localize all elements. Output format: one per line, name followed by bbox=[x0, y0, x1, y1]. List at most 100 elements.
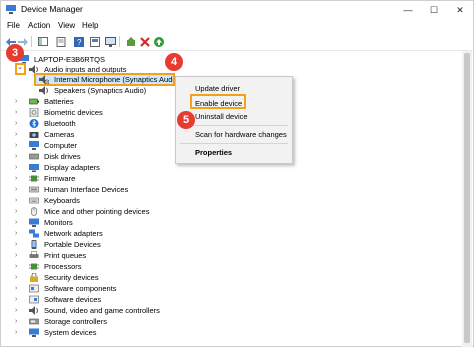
tree-category-storage[interactable]: › Storage controllers bbox=[15, 316, 225, 327]
network-adapter-icon bbox=[29, 229, 39, 238]
window-title: Device Manager bbox=[21, 4, 83, 14]
expand-chevron-icon[interactable]: › bbox=[15, 96, 17, 107]
expand-chevron-icon[interactable]: › bbox=[15, 261, 17, 272]
monitor-icon bbox=[29, 218, 39, 227]
tree-category-label: Keyboards bbox=[44, 196, 80, 205]
expand-chevron-icon[interactable]: › bbox=[15, 162, 17, 173]
firmware-chip-icon bbox=[29, 175, 39, 182]
tree-category-label: Monitors bbox=[44, 218, 73, 227]
tree-category-label: Processors bbox=[44, 262, 82, 271]
menu-help[interactable]: Help bbox=[82, 21, 98, 30]
expand-chevron-icon[interactable]: › bbox=[15, 184, 17, 195]
close-button[interactable]: ✕ bbox=[447, 1, 473, 19]
system-device-icon bbox=[29, 328, 39, 337]
tree-category-processors[interactable]: › Processors bbox=[15, 261, 225, 272]
menu-action[interactable]: Action bbox=[28, 21, 50, 30]
toolbar-divider bbox=[119, 36, 120, 47]
disk-drive-icon bbox=[29, 153, 39, 160]
tree-category-label: Software components bbox=[44, 284, 117, 293]
expand-chevron-icon[interactable]: › bbox=[15, 272, 17, 283]
security-device-icon bbox=[30, 273, 38, 282]
maximize-button[interactable]: ☐ bbox=[421, 1, 447, 19]
vertical-scrollbar[interactable] bbox=[462, 51, 472, 347]
tree-category-monitors[interactable]: › Monitors bbox=[15, 217, 225, 228]
expand-chevron-icon[interactable]: › bbox=[15, 283, 17, 294]
expand-chevron-icon[interactable]: › bbox=[15, 228, 17, 239]
tree-category-label: Disk drives bbox=[44, 152, 81, 161]
tree-category-print-queues[interactable]: › Print queues bbox=[15, 250, 225, 261]
tree-category-label: Biometric devices bbox=[44, 108, 103, 117]
help-icon[interactable]: ? bbox=[73, 36, 84, 47]
expand-chevron-icon[interactable]: › bbox=[15, 173, 17, 184]
toolbar: ? bbox=[1, 33, 473, 51]
expand-chevron-icon[interactable]: › bbox=[15, 294, 17, 305]
sound-controller-icon bbox=[29, 306, 38, 315]
expand-chevron-icon[interactable]: › bbox=[15, 140, 17, 151]
speaker-icon bbox=[39, 86, 48, 95]
step-badge-5: 5 bbox=[177, 111, 195, 129]
mouse-icon bbox=[31, 207, 37, 216]
tree-category-network[interactable]: › Network adapters bbox=[15, 228, 225, 239]
menu-file[interactable]: File bbox=[7, 21, 20, 30]
tree-category-label: Storage controllers bbox=[44, 317, 107, 326]
tree-category-software-components[interactable]: › Software components bbox=[15, 283, 225, 294]
menu-item-uninstall-device[interactable]: Uninstall device bbox=[195, 112, 248, 121]
storage-controller-icon bbox=[29, 318, 39, 325]
expand-chevron-icon[interactable]: › bbox=[15, 129, 17, 140]
tree-category-label: Human Interface Devices bbox=[44, 185, 129, 194]
toolbar-divider bbox=[31, 36, 32, 47]
tree-category-label: System devices bbox=[44, 328, 97, 337]
tree-category-security[interactable]: › Security devices bbox=[15, 272, 225, 283]
menu-view[interactable]: View bbox=[58, 21, 75, 30]
menu-item-properties[interactable]: Properties bbox=[195, 148, 232, 157]
device-manager-app-icon bbox=[6, 5, 16, 14]
camera-icon bbox=[29, 132, 39, 138]
tree-category-software-devices[interactable]: › Software devices bbox=[15, 294, 225, 305]
tree-category-hid[interactable]: › Human Interface Devices bbox=[15, 184, 225, 195]
expand-chevron-icon[interactable]: › bbox=[15, 107, 17, 118]
tree-category-sound[interactable]: › Sound, video and game controllers bbox=[15, 305, 245, 316]
expand-chevron-icon[interactable]: › bbox=[15, 316, 17, 327]
expand-chevron-icon[interactable]: › bbox=[15, 206, 17, 217]
expand-chevron-icon[interactable]: › bbox=[15, 250, 17, 261]
expand-chevron-icon[interactable]: › bbox=[15, 239, 17, 250]
printer-icon bbox=[29, 251, 39, 258]
tree-category-portable[interactable]: › Portable Devices bbox=[15, 239, 225, 250]
menu-item-scan-hardware[interactable]: Scan for hardware changes bbox=[195, 130, 287, 139]
tree-category-system[interactable]: › System devices bbox=[15, 327, 225, 338]
tree-category-label: Sound, video and game controllers bbox=[44, 306, 160, 315]
tree-category-label: Cameras bbox=[44, 130, 75, 139]
tree-category-label: Security devices bbox=[44, 273, 99, 282]
collapse-chevron-icon[interactable]: ⌄ bbox=[17, 63, 23, 71]
show-hide-tree-icon[interactable] bbox=[37, 36, 48, 47]
expand-chevron-icon[interactable]: › bbox=[15, 151, 17, 162]
scrollbar-thumb[interactable] bbox=[464, 53, 470, 343]
expand-chevron-icon[interactable]: › bbox=[15, 305, 17, 316]
expand-chevron-icon[interactable]: › bbox=[15, 195, 17, 206]
expand-chevron-icon[interactable]: › bbox=[15, 118, 17, 129]
uninstall-icon[interactable] bbox=[139, 36, 150, 47]
expand-chevron-icon[interactable]: › bbox=[15, 327, 17, 338]
enable-device-icon[interactable] bbox=[153, 36, 164, 47]
tree-category-firmware[interactable]: › Firmware bbox=[15, 173, 225, 184]
update-driver-icon[interactable] bbox=[125, 36, 136, 47]
properties-icon[interactable] bbox=[55, 36, 66, 47]
menu-separator bbox=[180, 125, 288, 126]
expand-chevron-icon[interactable]: › bbox=[15, 217, 17, 228]
minimize-button[interactable]: — bbox=[395, 1, 421, 19]
tree-category-mice[interactable]: › Mice and other pointing devices bbox=[15, 206, 225, 217]
battery-icon bbox=[29, 98, 39, 105]
step-badge-4: 4 bbox=[165, 53, 183, 71]
view-devices-icon[interactable] bbox=[89, 36, 100, 47]
enable-device-highlight bbox=[190, 94, 246, 109]
tree-category-label: Network adapters bbox=[44, 229, 103, 238]
menu-item-update-driver[interactable]: Update driver bbox=[195, 84, 240, 93]
processor-icon bbox=[29, 263, 39, 270]
monitor-icon[interactable] bbox=[105, 36, 116, 47]
tree-category-label: Display adapters bbox=[44, 163, 100, 172]
tree-device-label: Speakers (Synaptics Audio) bbox=[54, 86, 147, 95]
svg-text:?: ? bbox=[77, 38, 82, 47]
biometric-icon bbox=[29, 108, 39, 117]
tree-category-keyboards[interactable]: › Keyboards bbox=[15, 195, 225, 206]
tree-category-label: Portable Devices bbox=[44, 240, 101, 249]
